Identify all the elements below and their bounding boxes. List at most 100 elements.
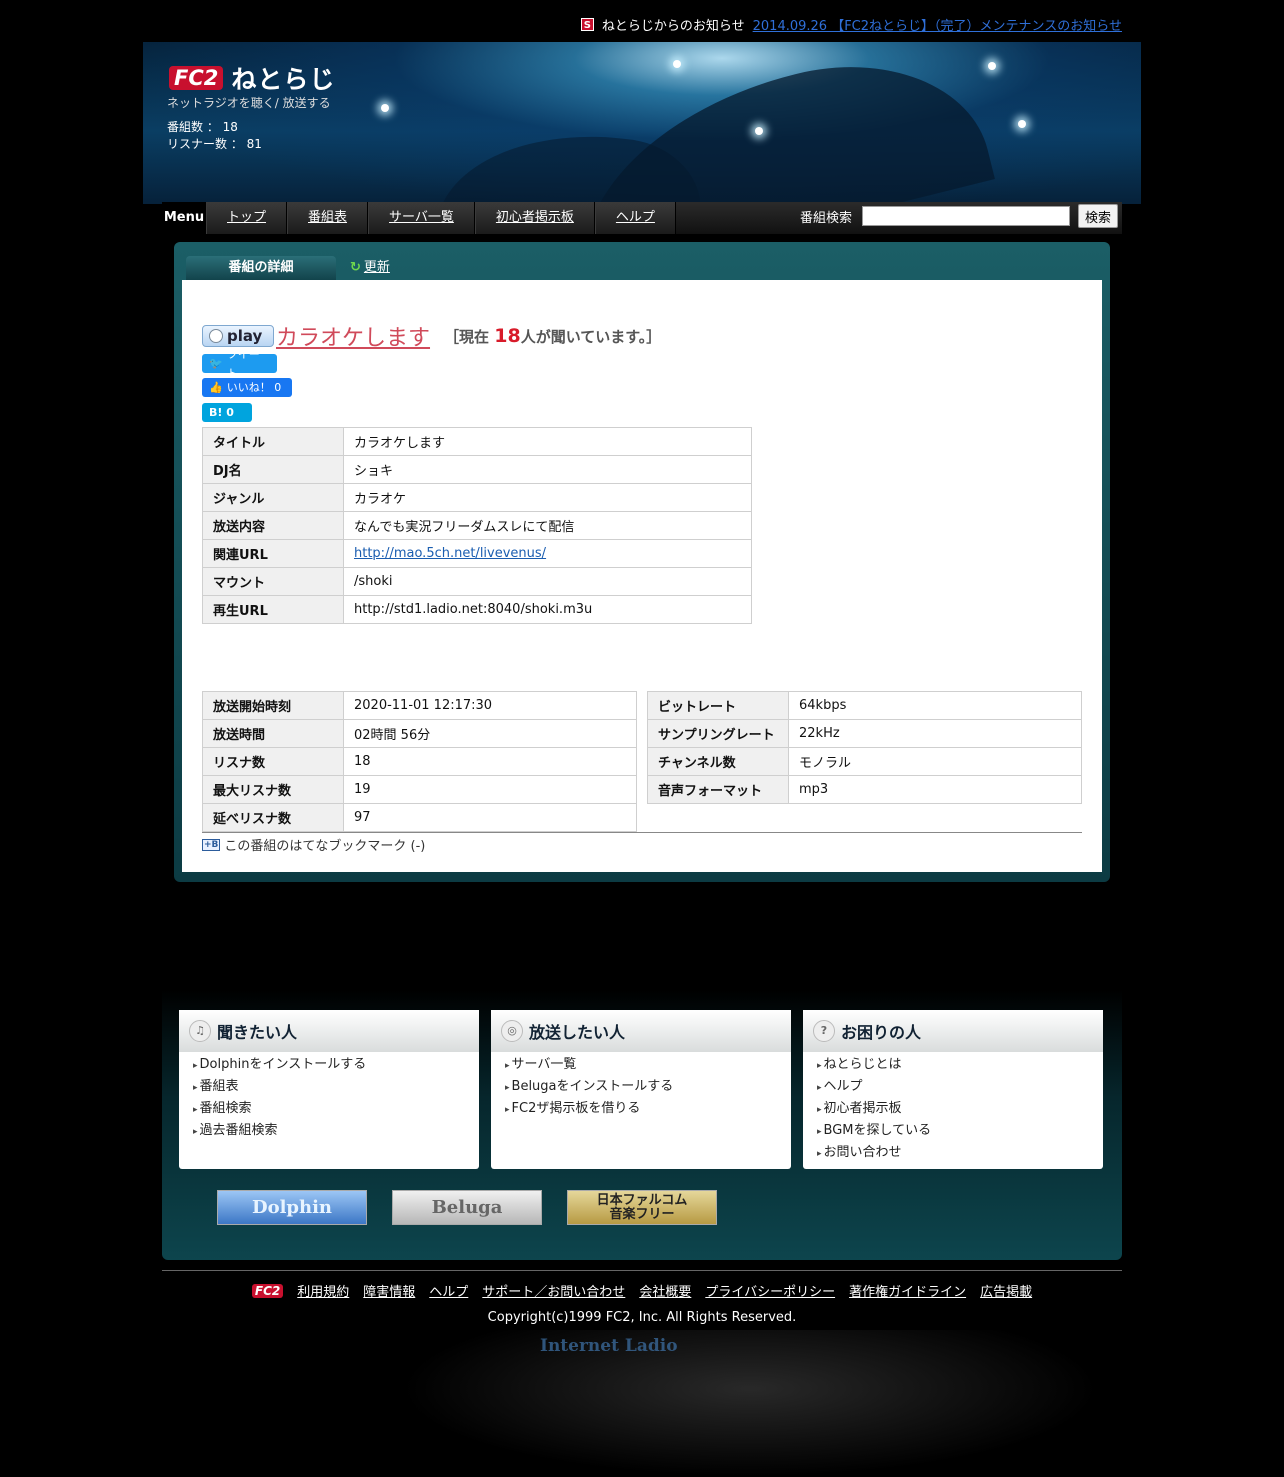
sparkle-icon xyxy=(673,60,681,68)
falcom-line2: 音楽フリー xyxy=(609,1206,675,1222)
divider xyxy=(202,832,1082,833)
notice-icon: S xyxy=(580,17,594,31)
table-row: ビットレート 64kbps xyxy=(647,691,1082,720)
sparkle-icon xyxy=(755,127,763,135)
menu-item-schedule[interactable]: 番組表 xyxy=(287,202,369,234)
internet-ladio-logo: Internet Ladio xyxy=(540,1336,678,1356)
row-value: モノラル xyxy=(788,747,1082,776)
audio-format-table: ビットレート 64kbps サンプリングレート 22kHz チャンネル数 モノラル 音… xyxy=(647,691,1082,804)
refresh-link[interactable]: 更新 xyxy=(364,254,390,282)
program-title-link[interactable]: カラオケします xyxy=(276,320,430,352)
list-item[interactable]: 初心者掲示板 xyxy=(817,1098,1103,1120)
footer-link-ads[interactable]: 広告掲載 xyxy=(980,1281,1032,1300)
table-row: チャンネル数 モノラル xyxy=(647,747,1082,776)
list-item[interactable]: 番組表 xyxy=(193,1076,479,1098)
list-item[interactable]: ヘルプ xyxy=(817,1076,1103,1098)
table-row: サンプリングレート 22kHz xyxy=(647,719,1082,748)
table-row: DJ名 ショキ xyxy=(202,455,752,484)
table-row: 再生URL http://std1.ladio.net:8040/shoki.m3… xyxy=(202,595,752,624)
footer-link-company[interactable]: 会社概要 xyxy=(639,1281,691,1300)
row-label: ビットレート xyxy=(647,691,789,720)
footer-link-privacy[interactable]: プライバシーポリシー xyxy=(705,1281,835,1300)
hatena-bookmark-button[interactable]: B! 0 xyxy=(202,403,252,422)
guide-list: サーバ一覧 Belugaをインストールする FC2ザ掲示板を借りる xyxy=(491,1052,791,1120)
row-label: ジャンル xyxy=(202,483,344,512)
tweet-button[interactable]: 🐦 ツイート xyxy=(202,348,277,380)
related-url-link[interactable]: http://mao.5ch.net/livevenus/ xyxy=(354,546,546,561)
falcom-music-banner[interactable]: 日本ファルコム 音楽フリー xyxy=(567,1190,717,1225)
search-input[interactable] xyxy=(861,206,1070,226)
footer-link-support[interactable]: サポート／お問い合わせ xyxy=(482,1281,625,1300)
footer-link-terms[interactable]: 利用規約 xyxy=(297,1281,349,1300)
news-label: ねとらじからのお知らせ xyxy=(601,18,745,34)
row-label: タイトル xyxy=(202,427,344,456)
table-row: 放送時間 02時間 56分 xyxy=(202,719,637,748)
footer-link-copyright[interactable]: 著作権ガイドライン xyxy=(849,1281,966,1300)
menu-item-beginner-board[interactable]: 初心者掲示板 xyxy=(474,202,595,234)
listener-count: リスナー数 ： 81 xyxy=(167,137,262,151)
main-menu: Menu トップ 番組表 サーバ一覧 初心者掲示板 ヘルプ 番組検索 検索 xyxy=(162,202,1122,234)
guide-box-help: ? お困りの人 ねとらじとは ヘルプ 初心者掲示板 BGMを探している お問い合… xyxy=(803,1010,1103,1169)
listening-count: 18 xyxy=(494,325,521,347)
guide-box-header: ? お困りの人 xyxy=(803,1010,1103,1052)
table-row: リスナ数 18 xyxy=(202,747,637,776)
disc-icon xyxy=(209,329,223,343)
menu-item-top[interactable]: トップ xyxy=(206,202,288,234)
menu-item-servers[interactable]: サーバ一覧 xyxy=(368,202,475,234)
guide-box-title: お困りの人 xyxy=(841,1023,922,1042)
list-item[interactable]: Belugaをインストールする xyxy=(505,1076,791,1098)
footer-link-help[interactable]: ヘルプ xyxy=(429,1281,468,1300)
list-item[interactable]: 番組検索 xyxy=(193,1098,479,1120)
play-label: play xyxy=(227,327,263,345)
hatena-bookmark-info[interactable]: +B この番組のはてなブックマーク (-) xyxy=(202,835,425,854)
footer-link-status[interactable]: 障害情報 xyxy=(363,1281,415,1300)
row-label: チャンネル数 xyxy=(647,747,789,776)
menu-item-help[interactable]: ヘルプ xyxy=(594,202,676,234)
list-item[interactable]: FC2ザ掲示板を借りる xyxy=(505,1098,791,1120)
search-button[interactable]: 検索 xyxy=(1077,204,1118,228)
list-item[interactable]: BGMを探している xyxy=(817,1120,1103,1142)
list-item[interactable]: Dolphinをインストールする xyxy=(193,1054,479,1076)
broadcast-stats-table: 放送開始時刻 2020-11-01 12:17:30 放送時間 02時間 56分 リ… xyxy=(202,691,637,832)
tagline: ネットラジオを聴く/ 放送する xyxy=(167,96,331,110)
row-label: サンプリングレート xyxy=(647,719,789,748)
guide-box-header: ♫ 聞きたい人 xyxy=(179,1010,479,1052)
dolphin-banner[interactable]: Dolphin xyxy=(217,1190,367,1225)
fc2-footer-logo[interactable]: FC2 xyxy=(251,1283,284,1298)
fc2-logo: FC2 xyxy=(169,66,224,90)
footer-links: FC2 利用規約 障害情報 ヘルプ サポート／お問い合わせ 会社概要 プライバシ… xyxy=(0,1281,1284,1300)
table-row: タイトル カラオケします xyxy=(202,427,752,456)
row-label: 関連URL xyxy=(202,539,344,568)
row-label: DJ名 xyxy=(202,455,344,484)
news-link[interactable]: 2014.09.26 【FC2ねとらじ】（完了）メンテナンスのお知らせ xyxy=(753,15,1122,34)
list-item[interactable]: お問い合わせ xyxy=(817,1142,1103,1164)
row-label: 放送開始時刻 xyxy=(202,691,344,720)
tab-program-detail[interactable]: 番組の詳細 xyxy=(186,256,336,280)
list-item[interactable]: 過去番組検索 xyxy=(193,1120,479,1142)
related-url-cell: http://mao.5ch.net/livevenus/ xyxy=(343,539,752,568)
detail-content: play カラオケします ［現在 18人が聞いています。］ 🐦 ツイート 👍 い… xyxy=(182,280,1102,872)
site-logo[interactable]: FC2 ねとらじ xyxy=(169,60,335,96)
table-row: 放送開始時刻 2020-11-01 12:17:30 xyxy=(202,691,637,720)
row-label: 放送内容 xyxy=(202,511,344,540)
row-value: なんでも実況フリーダムスレにて配信 xyxy=(343,511,752,540)
table-row: マウント/shoki xyxy=(202,567,752,596)
question-icon: ? xyxy=(813,1020,835,1042)
list-item[interactable]: ねとらじとは xyxy=(817,1054,1103,1076)
row-value: カラオケ xyxy=(343,483,752,512)
detail-panel: 番組の詳細 ↻ 更新 play カラオケします ［現在 18人が聞いています。］… xyxy=(174,242,1110,882)
facebook-like-button[interactable]: 👍 いいね！ 0 xyxy=(202,378,292,397)
refresh-icon: ↻ xyxy=(350,260,361,275)
row-value: 18 xyxy=(343,747,637,776)
listening-status: ［現在 18人が聞いています。］ xyxy=(444,325,661,347)
bookmark-text: この番組のはてなブックマーク (-) xyxy=(224,839,426,854)
list-item[interactable]: サーバ一覧 xyxy=(505,1054,791,1076)
row-label: マウント xyxy=(202,567,344,596)
guide-list: Dolphinをインストールする 番組表 番組検索 過去番組検索 xyxy=(179,1052,479,1142)
tab-bar: 番組の詳細 ↻ 更新 xyxy=(186,254,390,280)
program-title-row: play カラオケします ［現在 18人が聞いています。］ xyxy=(202,320,661,352)
row-value: 02時間 56分 xyxy=(343,719,637,748)
row-label: 再生URL xyxy=(202,595,344,624)
beluga-banner[interactable]: Beluga xyxy=(392,1190,542,1225)
program-info-table: タイトル カラオケします DJ名 ショキ ジャンル カラオケ 放送内容 なんでも実況フリ… xyxy=(202,427,752,624)
